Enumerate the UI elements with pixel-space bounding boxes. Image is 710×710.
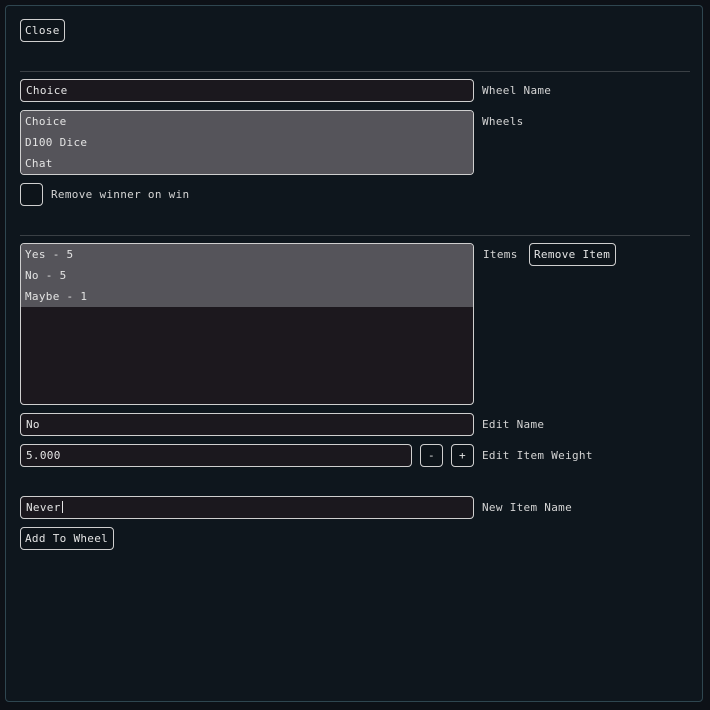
item-weight-input[interactable]: 5.000 — [20, 444, 412, 467]
new-item-name-label: New Item Name — [482, 501, 572, 514]
list-item[interactable]: No - 5 — [21, 265, 473, 286]
edit-name-label: Edit Name — [482, 418, 545, 431]
edit-name-input[interactable]: No — [20, 413, 474, 436]
edit-item-weight-label: Edit Item Weight — [482, 449, 593, 462]
new-item-name-input[interactable]: Never — [20, 496, 474, 519]
wheels-label: Wheels — [482, 115, 524, 128]
items-list[interactable]: Yes - 5 No - 5 Maybe - 1 — [20, 243, 474, 405]
list-item[interactable]: Yes - 5 — [21, 244, 473, 265]
new-item-name-value: Never — [26, 501, 61, 514]
close-button[interactable]: Close — [20, 19, 65, 42]
list-item[interactable]: Maybe - 1 — [21, 286, 473, 307]
text-cursor — [61, 501, 63, 513]
items-label: Items — [483, 248, 518, 261]
remove-item-button[interactable]: Remove Item — [529, 243, 616, 266]
list-item[interactable]: D100 Dice — [21, 132, 473, 153]
separator — [20, 235, 690, 236]
remove-winner-checkbox[interactable] — [20, 183, 43, 206]
separator — [20, 71, 690, 72]
wheel-name-label: Wheel Name — [482, 84, 552, 97]
weight-decrement-button[interactable]: - — [420, 444, 443, 467]
weight-increment-button[interactable]: + — [451, 444, 474, 467]
list-item[interactable]: Choice — [21, 111, 473, 132]
add-to-wheel-button[interactable]: Add To Wheel — [20, 527, 114, 550]
wheels-list[interactable]: Choice D100 Dice Chat — [20, 110, 474, 175]
list-item[interactable]: Chat — [21, 153, 473, 174]
remove-winner-label: Remove winner on win — [51, 188, 190, 201]
wheel-name-input[interactable]: Choice — [20, 79, 474, 102]
